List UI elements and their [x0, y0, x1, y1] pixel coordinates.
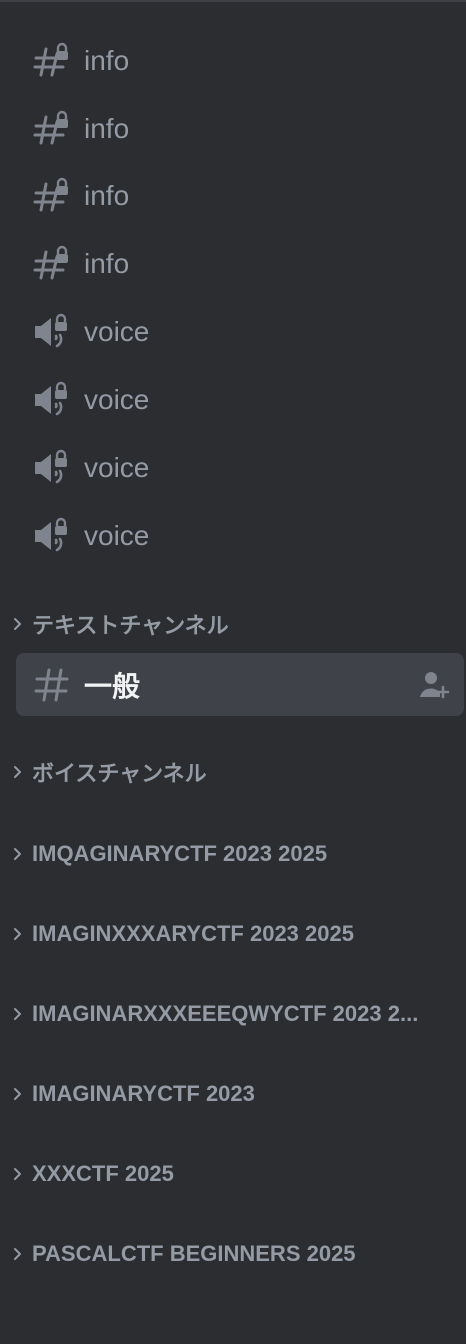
channel-label: voice — [84, 452, 150, 483]
channel-info-4[interactable]: info — [16, 234, 464, 294]
chevron-right-icon — [14, 928, 21, 940]
locked-voice-channel-icon — [35, 381, 67, 416]
channel-label: voice — [84, 316, 150, 347]
category-label: IMAGINARYCTF 2023 — [32, 1081, 255, 1106]
channel-voice-1[interactable]: voice — [16, 302, 464, 362]
locked-text-channel-icon — [33, 245, 68, 280]
create-invite-icon[interactable] — [418, 669, 450, 701]
locked-text-channel-icon — [33, 42, 68, 77]
category-imaginaryctf-2023[interactable]: IMAGINARYCTF 2023 — [0, 1074, 466, 1114]
locked-voice-channel-icon — [35, 517, 67, 552]
chevron-right-icon — [14, 1088, 21, 1100]
category-text-channels[interactable]: テキストチャンネル — [0, 604, 466, 644]
channel-label: info — [84, 113, 130, 144]
channel-info-3[interactable]: info — [16, 166, 464, 226]
category-label: IMAGINARXXXEEEQWYCTF 2023 2... — [32, 1001, 419, 1026]
channel-general-active[interactable]: 一般 — [16, 653, 464, 716]
category-label: PASCALCTF BEGINNERS 2025 — [32, 1241, 356, 1266]
channel-label: 一般 — [84, 670, 141, 702]
channel-label: voice — [84, 384, 150, 415]
channel-label: info — [84, 248, 130, 279]
category-imaginxxxaryctf[interactable]: IMAGINXXXARYCTF 2023 2025 — [0, 914, 466, 954]
category-label: IMAGINXXXARYCTF 2023 2025 — [32, 921, 354, 946]
chevron-right-icon — [14, 1248, 21, 1260]
category-voice-channels[interactable]: ボイスチャンネル — [0, 752, 466, 792]
chevron-right-icon — [14, 766, 21, 778]
category-label: ボイスチャンネル — [32, 761, 207, 786]
category-xxxctf-2025[interactable]: XXXCTF 2025 — [0, 1154, 466, 1194]
category-pascalctf-beginners[interactable]: PASCALCTF BEGINNERS 2025 — [0, 1234, 466, 1274]
chevron-right-icon — [14, 618, 21, 630]
category-label: XXXCTF 2025 — [32, 1161, 174, 1186]
channel-info-1[interactable]: info — [16, 31, 464, 91]
category-imqaginaryctf[interactable]: IMQAGINARYCTF 2023 2025 — [0, 834, 466, 874]
top-divider — [0, 0, 466, 2]
chevron-right-icon — [14, 1168, 21, 1180]
locked-text-channel-icon — [33, 110, 68, 145]
channel-voice-2[interactable]: voice — [16, 370, 464, 430]
channel-voice-3[interactable]: voice — [16, 438, 464, 498]
channel-label: info — [84, 180, 130, 211]
category-label: IMQAGINARYCTF 2023 2025 — [32, 841, 328, 866]
channel-label: voice — [84, 520, 150, 551]
chevron-right-icon — [14, 848, 21, 860]
category-label: テキストチャンネル — [32, 613, 229, 638]
locked-text-channel-icon — [33, 177, 68, 212]
category-imaginarxxxeeeqwyctf[interactable]: IMAGINARXXXEEEQWYCTF 2023 2... — [0, 994, 466, 1034]
locked-voice-channel-icon — [35, 449, 67, 484]
channel-info-2[interactable]: info — [16, 99, 464, 159]
chevron-right-icon — [14, 1008, 21, 1020]
locked-voice-channel-icon — [35, 313, 67, 348]
channel-voice-4[interactable]: voice — [16, 506, 464, 566]
text-channel-icon — [34, 668, 69, 701]
channel-label: info — [84, 45, 130, 76]
